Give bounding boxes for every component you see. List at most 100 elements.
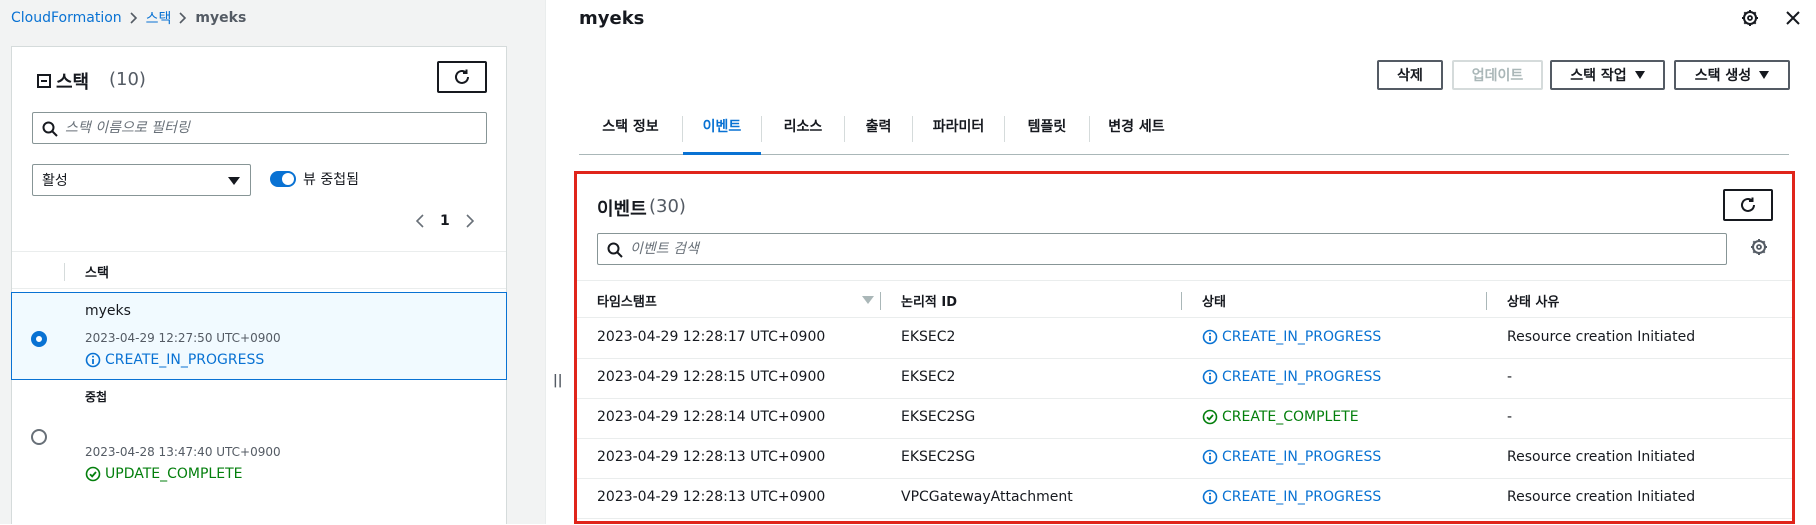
chevron-right-icon bbox=[171, 8, 195, 28]
event-logical-id: VPCGatewayAttachment bbox=[901, 489, 1073, 505]
stack-actions-label: 스택 작업 bbox=[1570, 68, 1627, 84]
event-status: CREATE_IN_PROGRESS bbox=[1202, 489, 1381, 505]
event-status: CREATE_IN_PROGRESS bbox=[1202, 449, 1381, 465]
tab-change-sets[interactable]: 변경 세트 bbox=[1090, 116, 1183, 155]
event-row: 2023-04-29 12:28:13 UTC+0900 VPCGatewayAt… bbox=[577, 479, 1792, 519]
page-title: myeks bbox=[579, 8, 645, 29]
event-status-text: CREATE_IN_PROGRESS bbox=[1222, 369, 1382, 385]
pane-divider bbox=[545, 0, 546, 524]
refresh-icon bbox=[455, 69, 469, 84]
stacks-table-header: 스택 bbox=[12, 251, 506, 289]
column-divider bbox=[64, 263, 65, 281]
event-status-reason: Resource creation Initiated bbox=[1507, 449, 1696, 465]
column-divider[interactable] bbox=[880, 292, 881, 310]
column-divider[interactable] bbox=[1486, 292, 1487, 310]
events-search-box[interactable] bbox=[597, 233, 1727, 265]
caret-down-icon bbox=[1759, 71, 1770, 79]
breadcrumb-current: myeks bbox=[195, 10, 247, 26]
stack-created-date: 2023-04-29 12:27:50 UTC+0900 bbox=[85, 331, 281, 345]
info-icon bbox=[1202, 449, 1218, 465]
event-timestamp: 2023-04-29 12:28:13 UTC+0900 bbox=[597, 489, 826, 505]
tab-outputs[interactable]: 출력 bbox=[845, 116, 912, 155]
stack-filter-input[interactable] bbox=[65, 117, 475, 139]
gear-icon[interactable] bbox=[1741, 9, 1759, 27]
tab-resources[interactable]: 리소스 bbox=[762, 116, 844, 155]
event-status: CREATE_IN_PROGRESS bbox=[1202, 369, 1381, 385]
delete-button[interactable]: 삭제 bbox=[1377, 60, 1443, 90]
stack-status: UPDATE_COMPLETE bbox=[85, 466, 242, 482]
column-header-logical-id[interactable]: 논리적 ID bbox=[901, 291, 957, 310]
stack-detail-tabs: 스택 정보 이벤트 리소스 출력 파라미터 템플릿 변경 세트 bbox=[579, 112, 1789, 155]
refresh-icon bbox=[1741, 197, 1755, 212]
events-table-header: 타임스탬프 논리적 ID 상태 상태 사유 bbox=[577, 280, 1792, 318]
column-header-timestamp[interactable]: 타임스탬프 bbox=[597, 291, 657, 310]
stacks-count: (10) bbox=[109, 69, 146, 90]
refresh-events-button[interactable] bbox=[1723, 189, 1773, 221]
stack-radio-selected[interactable] bbox=[31, 331, 47, 347]
tab-stack-info[interactable]: 스택 정보 bbox=[579, 116, 682, 155]
event-timestamp: 2023-04-29 12:28:13 UTC+0900 bbox=[597, 449, 826, 465]
resize-handle-icon[interactable]: || bbox=[553, 373, 563, 388]
current-page[interactable]: 1 bbox=[440, 213, 450, 229]
stack-created-date: 2023-04-28 13:47:40 UTC+0900 bbox=[85, 445, 281, 459]
stack-radio[interactable] bbox=[31, 429, 47, 445]
event-status-reason: - bbox=[1507, 369, 1513, 385]
stack-filter-input-box[interactable] bbox=[32, 112, 487, 144]
event-status-text: CREATE_IN_PROGRESS bbox=[1222, 489, 1382, 505]
stack-list-pane: CloudFormation 스택 myeks 스택 (10) 활성 bbox=[0, 0, 545, 524]
column-header-status[interactable]: 상태 bbox=[1202, 291, 1226, 310]
previous-page-icon[interactable] bbox=[412, 211, 428, 231]
stack-status-text: UPDATE_COMPLETE bbox=[105, 466, 243, 482]
stack-row[interactable]: myeks 2023-04-29 12:27:50 UTC+0900 CREAT… bbox=[11, 292, 507, 380]
sort-descending-icon[interactable] bbox=[862, 296, 874, 304]
event-row: 2023-04-29 12:28:13 UTC+0900 EKSEC2SG CREA… bbox=[577, 439, 1792, 479]
tab-template[interactable]: 템플릿 bbox=[1005, 116, 1089, 155]
view-nested-toggle[interactable] bbox=[270, 171, 296, 187]
stack-actions-button[interactable]: 스택 작업 bbox=[1550, 60, 1665, 90]
breadcrumb-stacks[interactable]: 스택 bbox=[146, 8, 172, 28]
column-header-status-reason[interactable]: 상태 사유 bbox=[1507, 291, 1559, 310]
event-status-reason: Resource creation Initiated bbox=[1507, 489, 1696, 505]
event-logical-id: EKSEC2SG bbox=[901, 449, 976, 465]
create-stack-button[interactable]: 스택 생성 bbox=[1674, 60, 1790, 90]
refresh-stacks-button[interactable] bbox=[437, 61, 487, 93]
tab-parameters[interactable]: 파라미터 bbox=[913, 116, 1004, 155]
event-logical-id: EKSEC2 bbox=[901, 369, 956, 385]
caret-down-icon bbox=[228, 177, 240, 185]
stack-name[interactable]: 중첩 bbox=[85, 388, 107, 405]
stack-status-value: 활성 bbox=[42, 173, 68, 189]
table-settings-gear-icon[interactable] bbox=[1750, 238, 1768, 256]
update-button[interactable]: 업데이트 bbox=[1452, 60, 1543, 90]
event-status-text: CREATE_IN_PROGRESS bbox=[1222, 449, 1382, 465]
stack-status-select[interactable]: 활성 bbox=[32, 164, 251, 196]
search-icon bbox=[607, 242, 623, 258]
events-search-input[interactable] bbox=[630, 238, 1710, 260]
tab-events[interactable]: 이벤트 bbox=[683, 116, 761, 155]
info-icon bbox=[1202, 329, 1218, 345]
event-timestamp: 2023-04-29 12:28:17 UTC+0900 bbox=[597, 329, 826, 345]
check-circle-icon bbox=[1202, 409, 1218, 425]
search-icon bbox=[42, 121, 58, 137]
event-logical-id: EKSEC2SG bbox=[901, 409, 976, 425]
event-timestamp: 2023-04-29 12:28:15 UTC+0900 bbox=[597, 369, 826, 385]
column-divider[interactable] bbox=[1181, 292, 1182, 310]
next-page-icon[interactable] bbox=[462, 211, 478, 231]
info-icon bbox=[1202, 369, 1218, 385]
event-row: 2023-04-29 12:28:17 UTC+0900 EKSEC2 CREATE… bbox=[577, 319, 1792, 359]
info-icon bbox=[85, 352, 101, 368]
breadcrumb-cloudformation[interactable]: CloudFormation bbox=[11, 10, 122, 26]
breadcrumb: CloudFormation 스택 myeks bbox=[11, 8, 246, 28]
pagination: 1 bbox=[412, 211, 478, 231]
stack-name[interactable]: myeks bbox=[85, 303, 131, 319]
events-heading: 이벤트 bbox=[597, 199, 647, 220]
collapse-panel-icon[interactable] bbox=[37, 74, 51, 88]
stack-row[interactable]: 중첩 2023-04-28 13:47:40 UTC+0900 UPDATE_C… bbox=[12, 380, 506, 525]
event-row: 2023-04-29 12:28:14 UTC+0900 EKSEC2SG CREA… bbox=[577, 399, 1792, 439]
close-icon[interactable] bbox=[1784, 9, 1802, 27]
update-button-label: 업데이트 bbox=[1471, 68, 1524, 84]
event-row: 2023-04-29 12:28:15 UTC+0900 EKSEC2 CREATE… bbox=[577, 359, 1792, 399]
event-status-reason: Resource creation Initiated bbox=[1507, 329, 1696, 345]
event-timestamp: 2023-04-29 12:28:14 UTC+0900 bbox=[597, 409, 826, 425]
stacks-heading: 스택 bbox=[56, 72, 90, 93]
events-count: (30) bbox=[649, 196, 686, 217]
